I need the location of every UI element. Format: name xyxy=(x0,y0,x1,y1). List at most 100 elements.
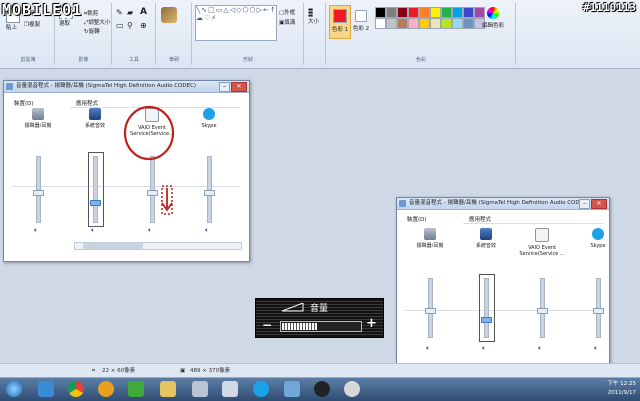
mixer-left-scrollbar[interactable] xyxy=(74,242,242,250)
skype-icon xyxy=(203,108,215,120)
qq-icon[interactable] xyxy=(314,381,330,397)
start-orb-icon[interactable] xyxy=(6,381,22,397)
folder-icon[interactable] xyxy=(160,381,176,397)
mute-button[interactable]: 🔈︎ xyxy=(538,344,542,353)
canvas-size: 489 × 370像素 xyxy=(190,368,231,374)
volume-slider-thumb[interactable] xyxy=(593,307,604,314)
palette-swatch[interactable] xyxy=(452,18,463,29)
palette-swatch[interactable] xyxy=(419,7,430,18)
resize-button[interactable]: ⤢調整大小 xyxy=(84,18,110,27)
pencil-tool[interactable]: ✎ xyxy=(116,8,123,17)
mute-button[interactable]: 🔈︎ xyxy=(148,226,152,235)
channel-name: 揚聲器/耳機 xyxy=(416,243,444,249)
mixer-channel: 揚聲器/耳機 xyxy=(406,228,454,249)
magnifier-tool[interactable]: ⊕ xyxy=(140,21,147,30)
paint-icon[interactable] xyxy=(222,381,238,397)
disc-icon[interactable] xyxy=(344,381,360,397)
palette-swatch[interactable] xyxy=(397,18,408,29)
palette-swatch[interactable] xyxy=(463,18,474,29)
shapes-group-label: 形狀 xyxy=(242,57,253,63)
pencil-icon: ✎ xyxy=(116,8,123,17)
brushes-button[interactable] xyxy=(161,7,177,25)
mute-button[interactable]: 🔈︎ xyxy=(594,344,598,353)
chrome-icon[interactable] xyxy=(68,381,84,397)
volume-osd-bar[interactable] xyxy=(280,321,362,332)
rotate-button[interactable]: ↻旋轉 xyxy=(84,27,100,35)
paint-statusbar: ⌗ 22 × 60像素 ▣ 489 × 370像素 xyxy=(0,363,640,378)
palette-swatch[interactable] xyxy=(441,7,452,18)
volume-slider-thumb[interactable] xyxy=(204,189,215,196)
crop-button[interactable]: ⌗裁剪 xyxy=(84,9,98,18)
palette-swatch[interactable] xyxy=(386,7,397,18)
volume-slider-thumb[interactable] xyxy=(33,189,44,196)
selection-size: 22 × 60像素 xyxy=(102,368,136,374)
scrollbar-thumb[interactable] xyxy=(83,243,143,249)
palette-swatch[interactable] xyxy=(397,7,408,18)
volume-slider-thumb[interactable] xyxy=(425,307,436,314)
fill-tool[interactable]: ▰ xyxy=(127,8,133,17)
palette-swatch[interactable] xyxy=(375,18,386,29)
skype-icon[interactable] xyxy=(253,381,269,397)
eraser-tool[interactable]: ▭ xyxy=(116,21,124,30)
palette-swatch[interactable] xyxy=(463,7,474,18)
palette-swatch[interactable] xyxy=(430,7,441,18)
fill-button[interactable]: ▣填滿 xyxy=(279,18,295,26)
volume-ramp-icon xyxy=(282,303,304,312)
system-clock[interactable]: 下午 12:25 2011/9/17 xyxy=(607,380,636,398)
close-button[interactable]: ✕ xyxy=(231,82,247,92)
mobile01-watermark: MOBILE01 xyxy=(2,1,83,19)
palette-swatch[interactable] xyxy=(419,18,430,29)
media-icon[interactable] xyxy=(98,381,114,397)
highlight-circle xyxy=(123,105,175,161)
brushes-group-label: 筆刷 xyxy=(168,57,179,63)
palette-swatch[interactable] xyxy=(375,7,386,18)
clock-date: 2011/9/17 xyxy=(607,390,636,396)
shapes-gallery[interactable]: ╲∿□▭△◁◇⬠⬡▷←↑↓☆✦◯▭⬭⌒☁♡⚡ xyxy=(195,5,277,41)
channel-name: 系統音效 xyxy=(475,243,496,249)
volume-slider-thumb[interactable] xyxy=(537,307,548,314)
mute-button[interactable]: 🔈︎ xyxy=(91,226,95,235)
channel-name: Skype xyxy=(590,243,606,249)
size-button[interactable]: ▬ ▬ ▬ 大小 xyxy=(308,7,319,25)
palette-swatch[interactable] xyxy=(452,7,463,18)
palette-swatch[interactable] xyxy=(430,18,441,29)
speaker-window-icon xyxy=(6,83,13,90)
volume-down-button[interactable]: − xyxy=(262,318,272,332)
post-id-watermark: #1110113 xyxy=(583,1,636,14)
minimize-button[interactable]: – xyxy=(579,199,590,209)
edit-colors-button[interactable]: 編輯色彩 xyxy=(482,7,504,29)
green-app-icon[interactable] xyxy=(128,381,144,397)
mixer-channel: Skype xyxy=(574,228,622,249)
palette-swatch[interactable] xyxy=(408,18,419,29)
mixer-channel: 揚聲器/耳機 xyxy=(14,108,62,129)
canvas-size-icon: ▣ xyxy=(180,368,186,374)
close-button[interactable]: ✕ xyxy=(591,199,607,209)
color2-swatch xyxy=(355,10,367,22)
brush-icon xyxy=(161,7,177,23)
bucket-icon: ▰ xyxy=(127,8,134,17)
volume-up-button[interactable]: + xyxy=(366,316,377,331)
mute-button[interactable]: 🔈︎ xyxy=(426,344,430,353)
shapes-group: ╲∿□▭△◁◇⬠⬡▷←↑↓☆✦◯▭⬭⌒☁♡⚡ ▢外框 ▣填滿 形狀 xyxy=(193,3,304,65)
copy-button[interactable]: ❐複製 xyxy=(24,20,40,28)
text-tool[interactable]: A xyxy=(140,7,147,17)
calculator-icon[interactable] xyxy=(192,381,208,397)
text-icon: A xyxy=(140,7,147,17)
mute-button[interactable]: 🔈︎ xyxy=(205,226,209,235)
network-icon[interactable] xyxy=(284,381,300,397)
tools-group: ✎ ▰ A ▭ ⚲ ⊕ 工具 xyxy=(113,3,156,65)
device-header: 裝置(D) xyxy=(407,217,427,223)
mute-button[interactable]: 🔈︎ xyxy=(482,344,486,353)
palette-swatch[interactable] xyxy=(386,18,397,29)
palette-swatch[interactable] xyxy=(441,18,452,29)
channel-name: 系統音效 xyxy=(84,123,105,129)
mute-button[interactable]: 🔈︎ xyxy=(34,226,38,235)
speaker-window-icon xyxy=(399,200,406,207)
outline-button[interactable]: ▢外框 xyxy=(279,8,295,16)
color1-button[interactable]: 色彩 1 xyxy=(329,5,351,39)
color-picker-tool[interactable]: ⚲ xyxy=(127,21,133,30)
ie-icon[interactable] xyxy=(38,381,54,397)
minimize-button[interactable]: – xyxy=(219,82,230,92)
palette-swatch[interactable] xyxy=(408,7,419,18)
color2-button[interactable]: 色彩 2 xyxy=(352,5,370,37)
